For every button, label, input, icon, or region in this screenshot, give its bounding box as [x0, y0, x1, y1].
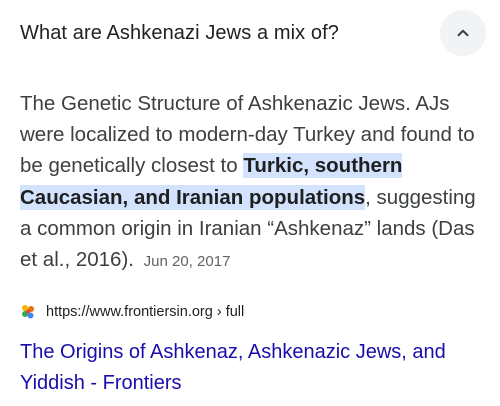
frontiers-favicon-icon — [22, 305, 34, 319]
answer-date: Jun 20, 2017 — [143, 253, 231, 271]
question-text: What are Ashkenazi Jews a mix of? — [20, 21, 339, 44]
chevron-up-icon — [457, 29, 469, 37]
answer-snippet: The Genetic Structure of Ashkenazic Jews… — [20, 88, 490, 277]
question-header[interactable]: What are Ashkenazi Jews a mix of? — [20, 10, 486, 56]
source-row[interactable]: https://www.frontiersin.org › full — [20, 304, 244, 320]
result-title-link[interactable]: The Origins of Ashkenaz, Ashkenazic Jews… — [20, 337, 485, 399]
source-url[interactable]: https://www.frontiersin.org › full — [46, 304, 244, 320]
collapse-button[interactable] — [440, 10, 486, 56]
